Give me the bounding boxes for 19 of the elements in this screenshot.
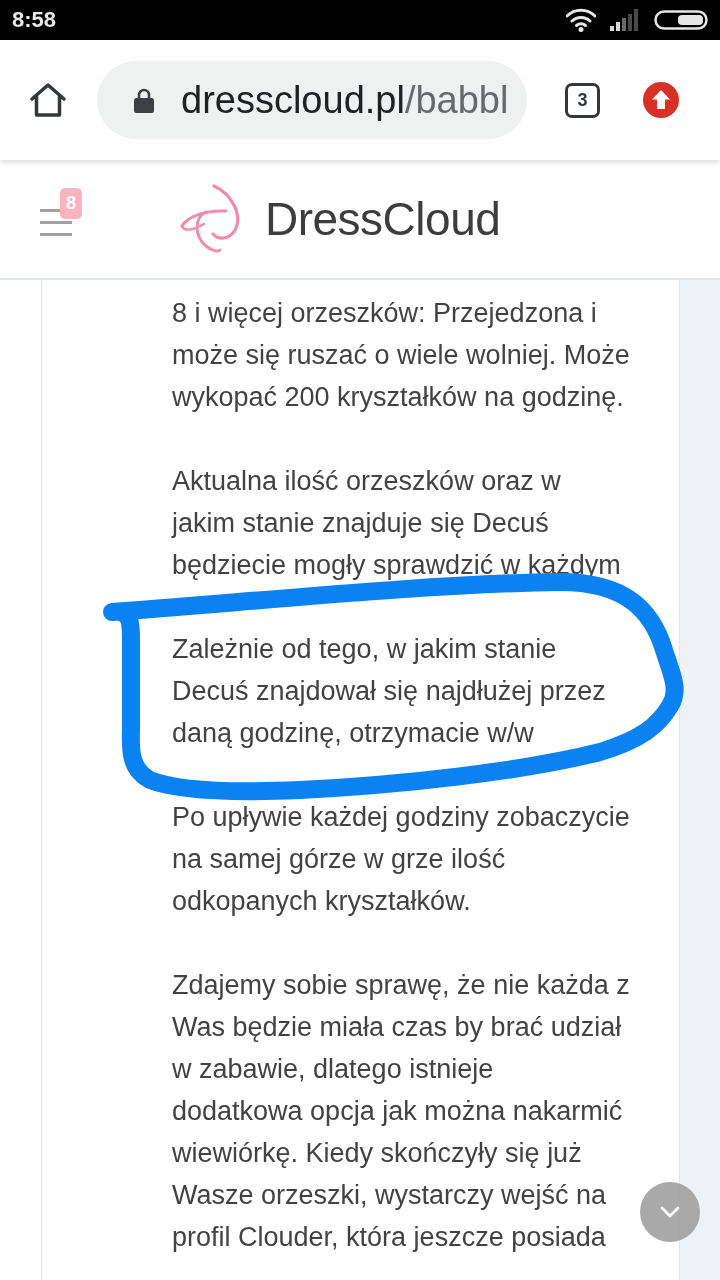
paragraph-text: Po upływie każdej godziny zobaczycie na samej górze w grze ilość odkopanych kryształków.	[172, 801, 630, 918]
paragraph-text: Zdajemy sobie sprawę, że nie każda z Was będzie miała czas by brać udział w zabawie, dlatego istnieje dodatkowa opcja jak można nakarmić wiewiórkę. Kiedy skończyły się już Wasze orzeszki, wystarczy wejść na profil Clouder, która jeszcze posiada	[172, 969, 630, 1254]
paragraph-text: 8 i więcej orzeszków: Przejedzona i może się ruszać o wiele wolniej. Może wykopać 200 kryształków na godzinę.	[172, 297, 630, 414]
menu-icon[interactable]	[40, 208, 72, 236]
battery-icon	[654, 10, 708, 30]
paragraph-text: Aktualna ilość orzeszków oraz w jakim stanie znajduje się Decuś będziecie mogły sprawdzić w każdym	[172, 465, 621, 582]
tab-count-button[interactable]: 3	[565, 82, 600, 118]
lock-icon	[134, 87, 154, 113]
home-icon[interactable]	[30, 83, 66, 117]
address-bar[interactable]: dresscloud.pl/babbl	[97, 61, 527, 139]
wifi-icon	[566, 8, 596, 32]
url-text: dresscloud.pl/babbl	[181, 78, 509, 122]
brand-name[interactable]: DressCloud	[265, 192, 501, 246]
logo-icon	[180, 184, 242, 254]
chevron-down-icon	[660, 1206, 680, 1218]
status-time: 8:58	[12, 7, 57, 33]
paragraph-text: Zależnie od tego, w jakim stanie Decuś znajdował się najdłużej przez daną godzinę, otrzymacie w/w	[172, 633, 606, 750]
notification-badge: 8	[60, 187, 82, 219]
signal-icon	[610, 9, 640, 31]
